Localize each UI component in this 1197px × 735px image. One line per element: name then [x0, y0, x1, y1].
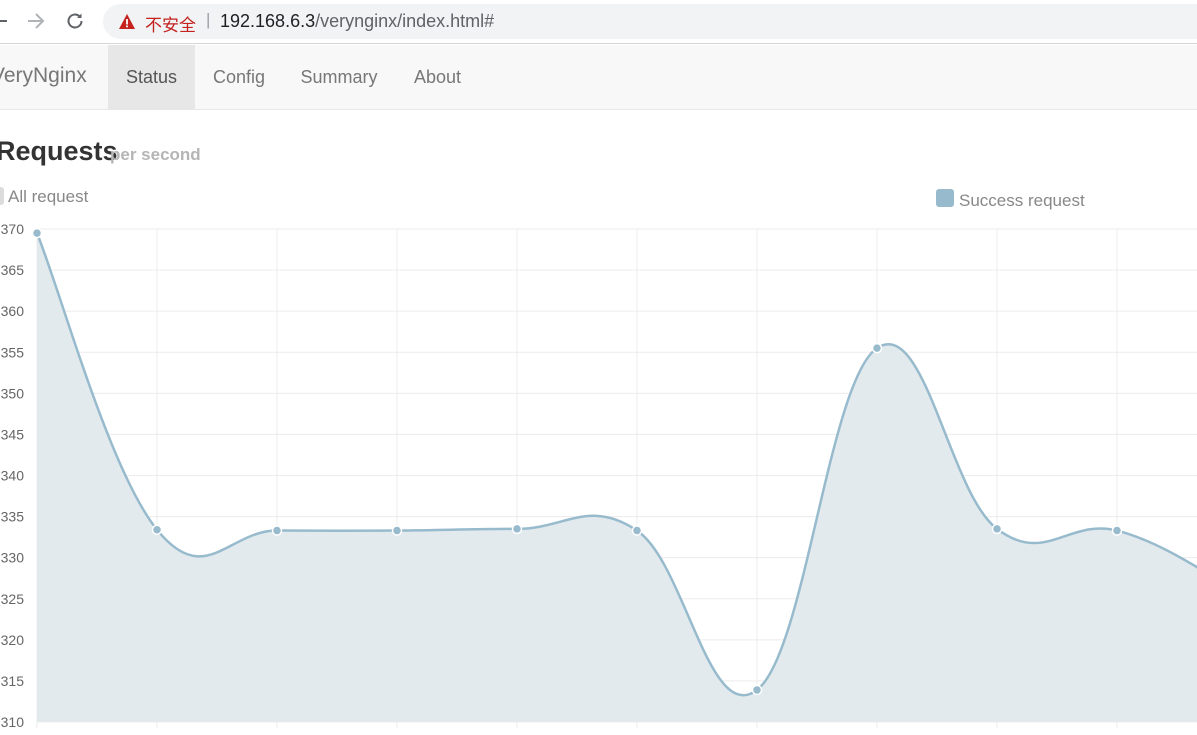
separator: | [206, 10, 211, 29]
security-label[interactable]: 不安全 [145, 11, 196, 36]
data-point[interactable] [631, 525, 643, 536]
y-tick-label: 330 [1, 550, 25, 566]
y-tick-label: 320 [1, 632, 25, 648]
requests-chart: 370 365 360 355 350 345 340 335 330 325 320 315 310 [1, 221, 1197, 730]
data-point[interactable] [391, 525, 403, 536]
data-point[interactable] [271, 525, 283, 536]
browser-toolbar: 不安全 | 192.168.6.3/verynginx/index.html# [0, 0, 1197, 44]
y-tick-label: 345 [1, 426, 25, 442]
success-series-area [37, 233, 1197, 722]
y-tick-label: 350 [1, 385, 25, 401]
page-title: Requests [0, 136, 118, 166]
nav-status-label: Status [125, 67, 178, 87]
url-host: 192.168.6.3 [220, 11, 316, 31]
y-tick-label: 335 [1, 509, 25, 525]
y-tick-label: 315 [1, 673, 25, 689]
nav-config-label: Config [212, 67, 266, 87]
app-navbar: VeryNginx Status Config Summary About [0, 45, 1197, 110]
brand-logo[interactable]: VeryNginx [0, 64, 87, 88]
y-tick-label: 370 [1, 221, 25, 237]
y-tick-label: 355 [1, 344, 25, 360]
data-point[interactable] [871, 342, 883, 354]
data-point[interactable] [151, 524, 163, 535]
data-point[interactable] [31, 227, 43, 239]
data-point[interactable] [1111, 525, 1123, 536]
url-path: /verynginx/index.html# [315, 11, 495, 31]
data-point[interactable] [751, 684, 763, 696]
nav-about-label: About [413, 67, 462, 87]
address-bar[interactable]: 不安全 | 192.168.6.3/verynginx/index.html# [103, 4, 1197, 39]
y-tick-label: 365 [1, 262, 25, 278]
nav-config[interactable]: Config [195, 45, 283, 109]
nav-about[interactable]: About [395, 45, 480, 109]
y-tick-label: 360 [1, 303, 25, 319]
warning-triangle-icon[interactable] [118, 13, 136, 30]
nav-summary[interactable]: Summary [283, 45, 395, 109]
forward-arrow-icon[interactable] [23, 8, 49, 34]
data-point[interactable] [511, 523, 523, 535]
page-subtitle: per second [110, 145, 201, 164]
reload-icon[interactable] [62, 8, 88, 34]
nav-status[interactable]: Status [108, 45, 195, 109]
y-tick-label: 310 [1, 714, 25, 730]
legend-success-swatch [936, 189, 954, 207]
legend-success-label: Success request [959, 191, 1085, 210]
y-tick-label: 325 [1, 591, 25, 607]
nav-summary-label: Summary [300, 67, 378, 87]
y-tick-label: 340 [1, 468, 25, 484]
legend-all-label: All request [8, 187, 89, 206]
back-arrow-icon[interactable] [0, 8, 12, 34]
legend-all-swatch [0, 187, 4, 205]
data-point[interactable] [991, 523, 1003, 535]
url-text[interactable]: 192.168.6.3/verynginx/index.html# [220, 11, 494, 32]
